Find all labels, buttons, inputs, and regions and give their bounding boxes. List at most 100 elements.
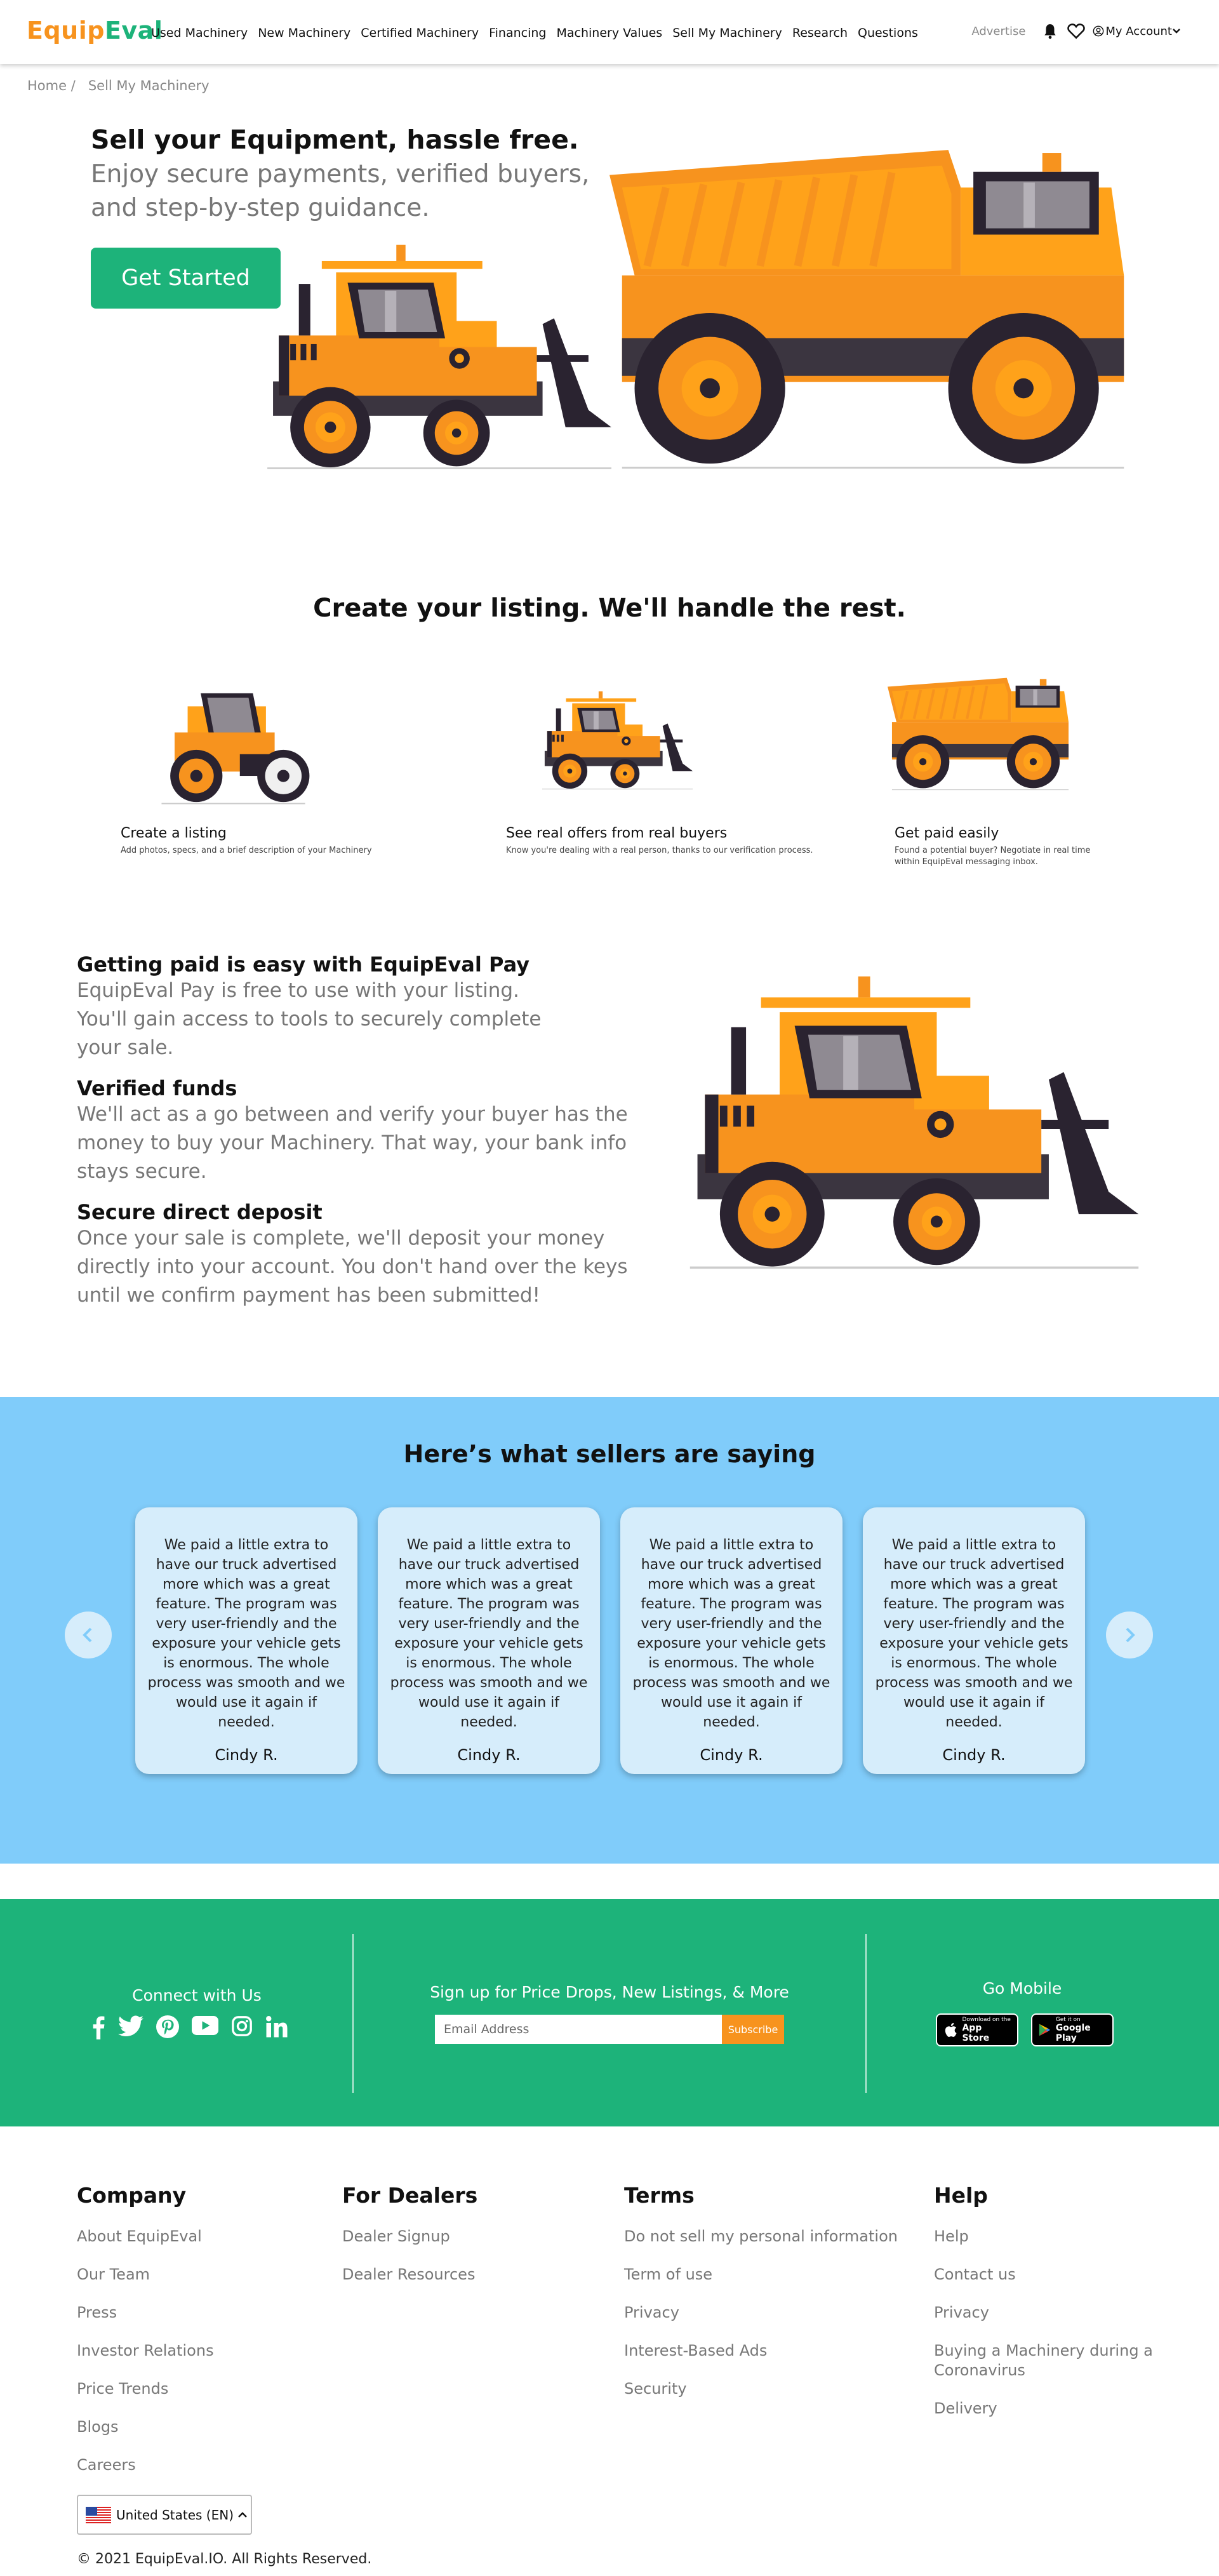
chevron-up-icon [238,2511,247,2518]
footer-column-terms: Terms Do not sell my personal informatio… [624,2183,923,2417]
nav-financing[interactable]: Financing [489,26,546,40]
testimonial-card: We paid a little extra to have our truck… [620,1507,843,1774]
nav-questions[interactable]: Questions [858,26,918,40]
google-play-badge[interactable]: Get it on Google Play [1031,2013,1114,2046]
footer-link[interactable]: Investor Relations [77,2341,305,2361]
footer-column-title: For Dealers [342,2183,478,2208]
testimonial-quote: We paid a little extra to have our truck… [632,1537,830,1730]
apple-icon [945,2022,957,2037]
testimonial-author: Cindy R. [457,1746,521,1764]
nav-sell-my-machinery[interactable]: Sell My Machinery [672,26,782,40]
newsletter-footer: Connect with Us Sign up for Price Drops,… [0,1899,1219,2126]
get-started-button[interactable]: Get Started [91,248,281,309]
footer-link[interactable]: Interest-Based Ads [624,2341,923,2361]
step-title: See real offers from real buyers [506,825,728,841]
nav-new-machinery[interactable]: New Machinery [258,26,350,40]
my-account-label: My Account [1105,24,1172,38]
footer-divider [865,1934,867,2093]
footer-link[interactable]: Buying a Machinery during a Coronavirus [934,2341,1175,2380]
footer-link[interactable]: About EquipEval [77,2227,305,2246]
step-title: Create a listing [121,825,227,841]
copyright: © 2021 EquipEval.IO. All Rights Reserved… [77,2551,372,2567]
advertise-link[interactable]: Advertise [971,25,1025,38]
locale-selector[interactable]: United States (EN) [77,2495,252,2535]
email-input[interactable] [435,2015,722,2044]
footer-link[interactable]: Do not sell my personal information [624,2227,923,2246]
google-play-label: Google Play [1055,2023,1091,2043]
testimonial-card: We paid a little extra to have our truck… [135,1507,357,1774]
testimonials-section: Here’s what sellers are saying We paid a… [0,1397,1219,1864]
heart-icon[interactable] [1067,23,1086,39]
testimonials-title: Here’s what sellers are saying [403,1440,816,1468]
footer-column-title: Terms [624,2183,695,2208]
pay-bulldozer-illustration [683,952,1146,1289]
us-flag-icon [86,2506,111,2523]
testimonial-quote: We paid a little extra to have our truck… [147,1537,345,1730]
carousel-prev-button[interactable] [65,1612,112,1658]
bell-icon[interactable] [1042,23,1058,39]
linkedin-icon[interactable] [265,2015,288,2038]
footer-link[interactable]: Blogs [77,2417,305,2437]
twitter-icon[interactable] [118,2015,143,2037]
step-description: Found a potential buyer? Negotiate in re… [895,846,1091,867]
roller-illustration [161,693,310,804]
testimonial-author: Cindy R. [215,1746,278,1764]
footer-divider [352,1934,354,2093]
footer-link[interactable]: Term of use [624,2265,923,2285]
nav-used-machinery[interactable]: Used Machinery [151,26,248,40]
step-title: Get paid easily [895,825,999,841]
my-account-menu[interactable]: My Account [1093,25,1182,38]
footer-link[interactable]: Our Team [77,2265,305,2285]
hero-bulldozer-illustration [262,229,617,483]
pay-heading: Getting paid is easy with EquipEval Pay [77,952,530,977]
breadcrumb-home[interactable]: Home [27,78,67,93]
go-mobile-title: Go Mobile [982,1979,1062,1998]
nav-machinery-values[interactable]: Machinery Values [557,26,663,40]
step-description: Add photos, specs, and a brief descripti… [121,846,372,855]
footer-link[interactable]: Dealer Signup [342,2227,583,2246]
subscribe-button[interactable]: Subscribe [722,2015,784,2044]
testimonial-author: Cindy R. [700,1746,763,1764]
app-store-badge[interactable]: Download on the App Store [936,2013,1018,2046]
step-create-listing: Create a listing Add photos, specs, and … [121,825,387,857]
footer-link[interactable]: Careers [77,2455,305,2475]
youtube-icon[interactable] [192,2015,218,2036]
footer-link[interactable]: Privacy [934,2303,1175,2323]
step-description: Know you're dealing with a real person, … [506,846,813,855]
verified-funds-text: We'll act as a go between and verify you… [77,1103,628,1183]
step-get-paid: Get paid easily Found a potential buyer?… [895,825,1110,868]
facebook-icon[interactable] [91,2015,105,2039]
header-actions: Advertise My Account [971,23,1182,39]
nav-certified-machinery[interactable]: Certified Machinery [361,26,479,40]
footer-link[interactable]: Help [934,2227,1175,2246]
carousel-next-button[interactable] [1106,1612,1153,1658]
footer-column-dealers: For Dealers Dealer Signup Dealer Resourc… [342,2183,583,2303]
instagram-icon[interactable] [231,2015,253,2037]
direct-deposit-heading: Secure direct deposit [77,1200,323,1224]
footer-link[interactable]: Privacy [624,2303,923,2323]
site-logo[interactable]: EquipEval [27,17,163,44]
breadcrumb: Home / Sell My Machinery [27,78,210,93]
user-icon [1093,25,1104,37]
breadcrumb-separator: / [70,78,76,93]
main-nav: Used Machinery New Machinery Certified M… [151,26,928,40]
steps-title: Create your listing. We'll handle the re… [313,594,906,623]
footer-link[interactable]: Dealer Resources [342,2265,583,2285]
signup-title: Sign up for Price Drops, New Listings, &… [430,1983,789,2001]
testimonial-quote: We paid a little extra to have our truck… [390,1537,588,1730]
breadcrumb-current: Sell My Machinery [88,78,210,93]
pay-text: EquipEval Pay is free to use with your l… [77,979,542,1059]
app-store-label: App Store [962,2023,990,2043]
footer-column-title: Company [77,2183,187,2208]
nav-research[interactable]: Research [792,26,848,40]
footer-link[interactable]: Press [77,2303,305,2323]
pinterest-icon[interactable] [156,2015,179,2038]
footer-link[interactable]: Delivery [934,2399,1175,2419]
small-bulldozer-illustration [540,679,695,800]
footer-link[interactable]: Contact us [934,2265,1175,2285]
small-dump-truck-illustration [888,673,1073,797]
app-store-top-label: Download on the [962,2017,1011,2023]
footer-link[interactable]: Security [624,2379,923,2399]
google-play-top-label: Get it on [1055,2017,1081,2023]
footer-link[interactable]: Price Trends [77,2379,305,2399]
